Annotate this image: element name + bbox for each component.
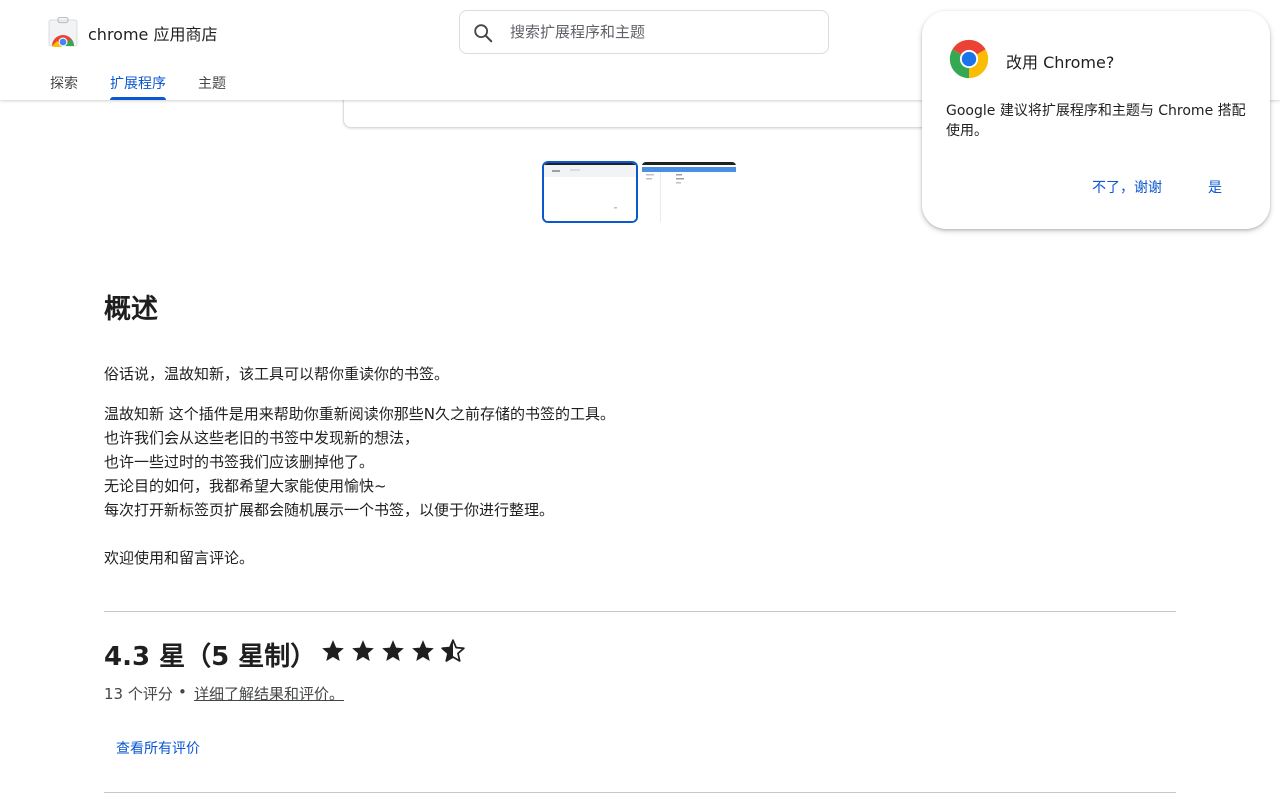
section-divider (104, 792, 1176, 793)
yes-button[interactable]: 是 (1208, 177, 1222, 197)
chrome-web-store-logo-icon[interactable] (48, 16, 78, 48)
app-title[interactable]: chrome 应用商店 (88, 21, 217, 45)
no-thanks-button[interactable]: 不了，谢谢 (1092, 177, 1162, 197)
description-line: 无论目的如何，我都希望大家能使用愉快~ (104, 477, 387, 495)
tab-label: 扩展程序 (110, 76, 166, 92)
section-divider (104, 611, 1176, 612)
overview-heading: 概述 (104, 294, 158, 325)
chrome-logo-icon (949, 39, 989, 79)
description-line: 也许一些过时的书签我们应该删掉他了。 (104, 453, 375, 471)
search-icon[interactable] (472, 22, 494, 44)
star-full-icon (322, 640, 344, 661)
star-rating (320, 638, 466, 668)
search-input[interactable] (510, 11, 820, 53)
description-line: 欢迎使用和留言评论。 (104, 549, 255, 567)
description-line: 温故知新 这个插件是用来帮助你重新阅读你那些N久之前存储的书签的工具。 (104, 405, 615, 423)
tab-themes[interactable]: 主题 (198, 73, 226, 100)
tab-extensions[interactable]: 扩展程序 (110, 73, 166, 100)
star-full-icon (412, 640, 434, 661)
description-line: 俗话说，温故知新，该工具可以帮你重读你的书签。 (104, 365, 450, 383)
screenshot-thumbnail-2[interactable] (642, 162, 736, 222)
active-tab-indicator (110, 97, 166, 100)
star-full-icon (382, 640, 404, 661)
star-full-icon (352, 640, 374, 661)
separator-dot: • (178, 683, 187, 701)
description-line: 也许我们会从这些老旧的书签中发现新的想法， (104, 429, 420, 447)
rating-value: 4.3 星（5 星制） (104, 642, 317, 672)
tab-label: 主题 (198, 76, 226, 92)
search-box[interactable] (459, 10, 829, 54)
learn-more-link[interactable]: 详细了解结果和评价。 (194, 683, 344, 704)
tab-explore[interactable]: 探索 (50, 73, 78, 100)
description-line: 每次打开新标签页扩展都会随机展示一个书签，以便于你进行整理。 (104, 501, 555, 519)
dialog-title: 改用 Chrome? (1006, 53, 1115, 72)
dialog-body: Google 建议将扩展程序和主题与 Chrome 搭配使用。 (946, 103, 1246, 139)
see-all-reviews-link[interactable]: 查看所有评价 (116, 738, 200, 758)
star-half-icon (441, 639, 465, 662)
switch-to-chrome-dialog: 改用 Chrome? Google 建议将扩展程序和主题与 Chrome 搭配使… (922, 11, 1270, 229)
tab-label: 探索 (50, 76, 78, 92)
screenshot-thumbnail-1[interactable] (542, 161, 638, 223)
review-count: 13 个评分 (104, 685, 173, 703)
